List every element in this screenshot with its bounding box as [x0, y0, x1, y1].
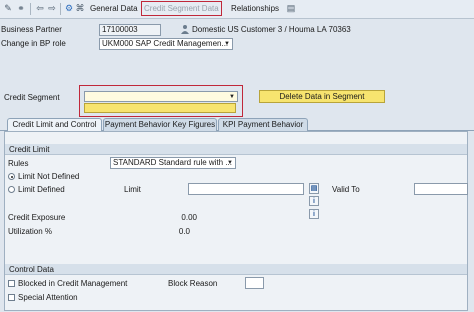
credit-limit-group-title: Credit Limit	[5, 144, 467, 155]
rules-label: Rules	[8, 159, 29, 168]
relationships-button[interactable]: Relationships	[231, 2, 279, 15]
toolbar-divider	[30, 3, 31, 15]
tab-kpi-payment-behavior[interactable]: KPI Payment Behavior	[218, 118, 308, 131]
toolbar-divider	[60, 3, 61, 15]
credit-segment-label: Credit Segment	[4, 93, 60, 102]
block-reason-input[interactable]	[245, 277, 264, 289]
rules-dropdown[interactable]: STANDARD Standard rule with ... ▼	[110, 157, 236, 169]
valid-to-label: Valid To	[332, 185, 360, 194]
chevron-down-icon: ▼	[229, 94, 235, 100]
utilization-value: 0.0	[178, 227, 190, 236]
pin-icon[interactable]: ⌘	[74, 2, 86, 15]
control-data-group-title: Control Data	[5, 264, 467, 275]
valid-to-input[interactable]	[414, 183, 468, 195]
chevron-down-icon: ▼	[224, 41, 230, 47]
person-icon	[180, 24, 190, 34]
forward-arrow-icon[interactable]: ⇨	[46, 2, 58, 15]
tab-credit-limit-and-control[interactable]: Credit Limit and Control	[7, 118, 102, 132]
bp-role-value: UKM000 SAP Credit Managemen...	[102, 39, 229, 48]
info-icon[interactable]: i	[309, 209, 319, 219]
back-arrow-icon[interactable]: ⇦	[34, 2, 46, 15]
blocked-in-credit-management-checkbox[interactable]	[8, 280, 15, 287]
bp-role-dropdown[interactable]: UKM000 SAP Credit Managemen... ▼	[99, 38, 233, 50]
display-glasses-icon[interactable]: ⚭	[15, 2, 27, 15]
special-attention-label: Special Attention	[18, 293, 78, 302]
limit-not-defined-label: Limit Not Defined	[18, 172, 80, 181]
block-reason-label: Block Reason	[168, 279, 218, 288]
tab-content-panel: Credit Limit Rules STANDARD Standard rul…	[4, 131, 468, 311]
credit-exposure-value: 0.00	[181, 213, 197, 222]
application-toolbar: ✎ ⚭ ⇦ ⇨ ⚙ ⌘ General Data Credit Segment …	[0, 0, 474, 19]
limit-label: Limit	[124, 185, 141, 194]
business-partner-description: Domestic US Customer 3 / Houma LA 70363	[192, 25, 351, 34]
credit-exposure-label: Credit Exposure	[8, 213, 66, 222]
utilization-label: Utilization %	[8, 227, 53, 236]
limit-not-defined-radio[interactable]	[8, 173, 15, 180]
general-data-button[interactable]: General Data	[90, 2, 138, 15]
limit-defined-radio[interactable]	[8, 186, 15, 193]
tab-payment-behavior-key-figures[interactable]: Payment Behavior Key Figures	[103, 118, 217, 131]
document-icon[interactable]: ▤	[285, 2, 297, 15]
delete-data-in-segment-button[interactable]: Delete Data in Segment	[259, 90, 385, 103]
business-partner-label: Business Partner	[1, 25, 62, 34]
credit-segment-dropdown[interactable]: ▼	[84, 91, 238, 102]
rules-value: STANDARD Standard rule with ...	[113, 158, 233, 167]
chevron-down-icon: ▼	[227, 160, 233, 166]
limit-defined-label: Limit Defined	[18, 185, 65, 194]
notes-icon[interactable]: ▤	[309, 183, 319, 194]
business-partner-value: 17100003	[102, 25, 138, 34]
special-attention-checkbox[interactable]	[8, 294, 15, 301]
blocked-in-credit-management-label: Blocked in Credit Management	[18, 279, 128, 288]
credit-segment-data-button[interactable]: Credit Segment Data	[141, 1, 222, 16]
limit-input[interactable]	[188, 183, 304, 195]
edit-pencil-icon[interactable]: ✎	[2, 2, 14, 15]
credit-segment-description-field	[84, 103, 236, 113]
bp-role-label: Change in BP role	[1, 39, 66, 48]
info-icon[interactable]: i	[309, 196, 319, 206]
business-partner-field[interactable]: 17100003	[99, 24, 161, 36]
